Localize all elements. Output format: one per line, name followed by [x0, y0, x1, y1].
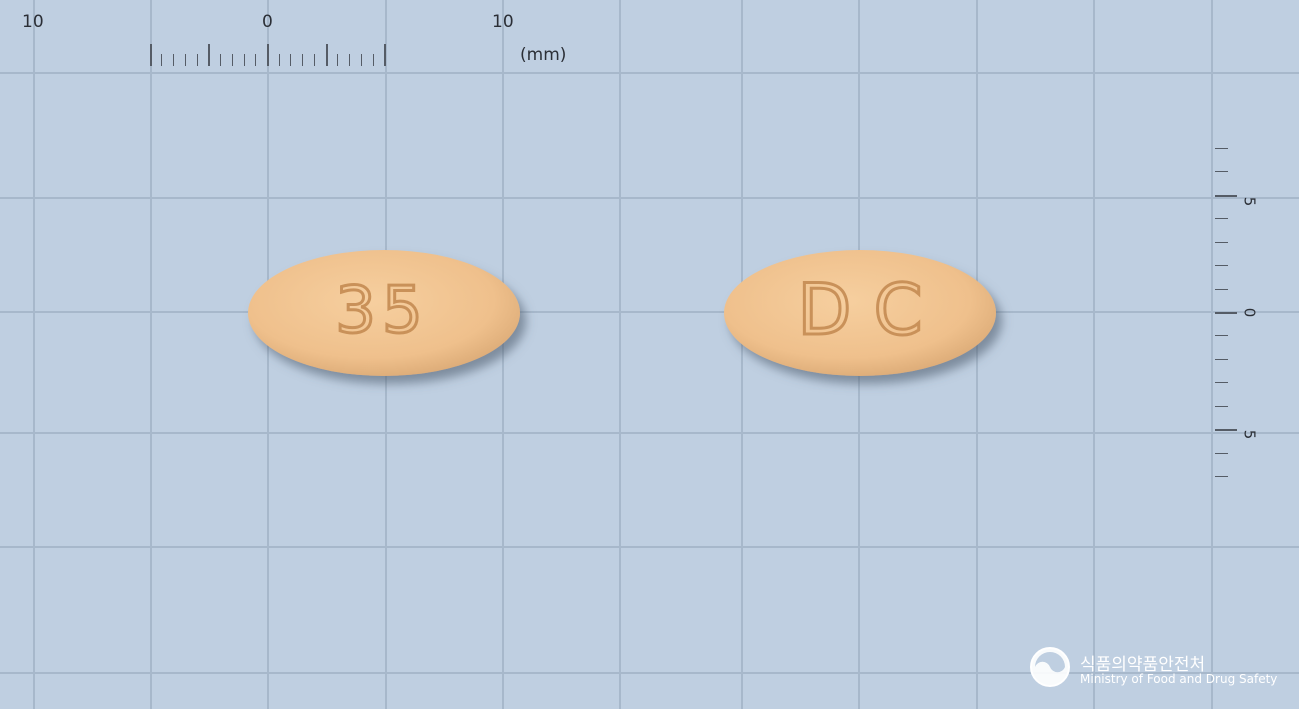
ruler-tick — [337, 54, 339, 66]
ruler-tick — [1215, 405, 1228, 407]
grid-line — [619, 0, 621, 709]
ruler-tick — [325, 44, 328, 66]
tablet-imprint: D C — [797, 269, 922, 351]
tablet-imprint: 35 — [335, 274, 428, 348]
grid-line — [1211, 0, 1213, 709]
ruler-tick — [1215, 452, 1228, 454]
ruler-tick — [384, 44, 387, 66]
ruler-tick — [149, 44, 152, 66]
ruler-label-left-10: 10 — [22, 12, 44, 32]
ruler-tick — [1215, 358, 1228, 360]
ruler-tick — [1215, 241, 1228, 243]
ruler-tick — [302, 54, 304, 66]
grid-line — [0, 311, 1299, 313]
ruler-tick — [267, 44, 269, 66]
ruler-tick — [1215, 288, 1228, 290]
ruler-label-right-10: 10 — [492, 12, 514, 32]
watermark-org-english: Ministry of Food and Drug Safety — [1080, 672, 1278, 686]
ruler-tick — [1215, 171, 1228, 173]
ruler-tick — [278, 54, 280, 66]
ruler-tick — [1215, 335, 1228, 337]
mfds-logo-icon — [1030, 647, 1070, 687]
grid-line — [150, 0, 152, 709]
ruler-tick — [1215, 265, 1228, 267]
side-ruler-label-top-5: 5 — [1240, 196, 1259, 207]
grid-line — [1093, 0, 1095, 709]
ruler-tick — [313, 54, 315, 66]
grid-line — [0, 197, 1299, 199]
ruler-tick — [231, 54, 233, 66]
ruler-tick — [360, 54, 362, 66]
ruler-tick — [1215, 194, 1237, 197]
ruler-tick — [1215, 312, 1237, 314]
grid-line — [33, 0, 35, 709]
ruler-tick — [372, 54, 374, 66]
grid-line — [0, 432, 1299, 434]
ruler-tick — [161, 54, 163, 66]
ruler-tick — [220, 54, 222, 66]
ruler-tick — [290, 54, 292, 66]
side-ruler-label-bottom-5: 5 — [1240, 429, 1259, 440]
ruler-tick — [1215, 429, 1237, 432]
ruler-tick — [1215, 147, 1228, 149]
ruler-tick — [1215, 382, 1228, 384]
tablet-front: 35 — [248, 250, 520, 376]
ruler-tick — [1215, 476, 1228, 478]
ruler-tick — [184, 54, 186, 66]
ruler-tick — [208, 44, 211, 66]
ruler-tick — [243, 54, 245, 66]
ruler-tick — [255, 54, 257, 66]
grid-line — [0, 72, 1299, 74]
ruler-tick — [196, 54, 198, 66]
pill-photo: 10 0 10 (mm) 5 0 5 35 D C 식품의약품안전처 Minis… — [0, 0, 1299, 709]
ruler-tick — [1215, 218, 1228, 220]
grid-line — [0, 546, 1299, 548]
ruler-label-0: 0 — [262, 12, 273, 32]
ruler-tick — [173, 54, 175, 66]
ruler-tick — [349, 54, 351, 66]
ruler-unit-label: (mm) — [520, 45, 567, 65]
tablet-back: D C — [724, 250, 996, 376]
side-ruler-label-0: 0 — [1240, 307, 1259, 318]
